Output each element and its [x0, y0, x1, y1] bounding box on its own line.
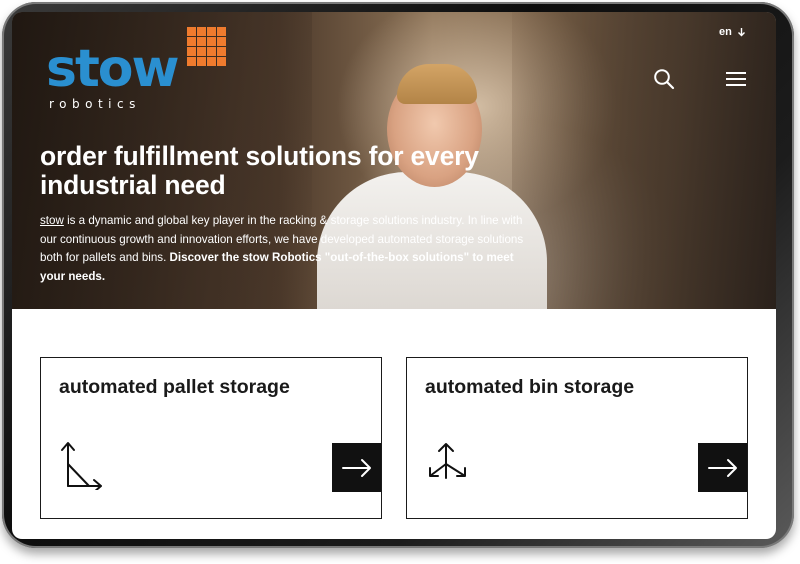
logo-subtext: robotics: [49, 97, 141, 111]
hamburger-menu-icon[interactable]: [725, 70, 747, 88]
hero-photo-child-hair: [397, 64, 477, 104]
stow-robotics-logo[interactable]: stow robotics: [46, 27, 236, 111]
card-automated-pallet-storage[interactable]: automated pallet storage: [40, 357, 382, 519]
intro-brand-link[interactable]: stow: [40, 214, 64, 227]
multi-direction-arrows-icon: [429, 443, 466, 479]
card-automated-bin-storage[interactable]: automated bin storage: [406, 357, 748, 519]
arrow-right-icon: [341, 458, 371, 477]
screen: stow robotics en order fulfillment solut…: [12, 12, 776, 539]
card-arrow-button[interactable]: [698, 443, 747, 492]
hero-headline: order fulfillment solutions for every in…: [40, 141, 479, 200]
language-label: en: [719, 26, 732, 38]
axis-arrows-icon: [61, 442, 102, 490]
search-icon[interactable]: [653, 68, 675, 90]
hero-section: stow robotics en order fulfillment solut…: [12, 12, 776, 309]
card-arrow-button[interactable]: [332, 443, 381, 492]
language-selector[interactable]: en: [719, 26, 746, 38]
logo-grid-icon: [187, 27, 227, 67]
hero-intro-paragraph: stow is a dynamic and global key player …: [40, 212, 530, 286]
card-title: automated pallet storage: [59, 376, 290, 398]
logo-wordmark: stow: [46, 39, 180, 99]
card-title: automated bin storage: [425, 376, 635, 398]
arrow-right-icon: [707, 458, 737, 477]
chevron-down-icon: [737, 28, 745, 37]
tablet-frame: stow robotics en order fulfillment solut…: [2, 2, 794, 548]
